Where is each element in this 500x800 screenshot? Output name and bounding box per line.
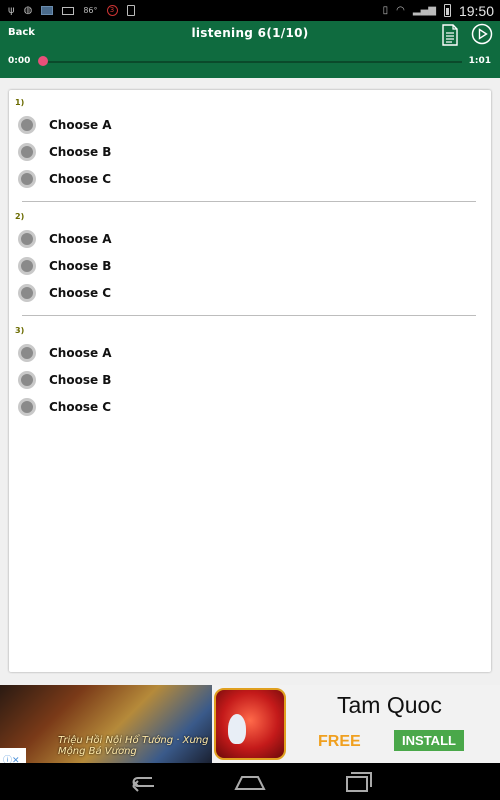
nav-back-icon[interactable] bbox=[124, 769, 164, 795]
clock-time: 19:50 bbox=[458, 2, 494, 19]
radio-button[interactable] bbox=[18, 344, 36, 362]
option-label: Choose B bbox=[49, 145, 112, 159]
option-label: Choose A bbox=[49, 232, 112, 246]
radio-button[interactable] bbox=[18, 116, 36, 134]
option-b[interactable]: Choose B bbox=[18, 140, 111, 164]
option-label: Choose C bbox=[49, 286, 112, 300]
radio-button[interactable] bbox=[18, 284, 36, 302]
divider bbox=[22, 201, 476, 202]
document-icon[interactable] bbox=[440, 24, 460, 46]
signal-icon: ▂▄▆ bbox=[412, 4, 436, 16]
option-c[interactable]: Choose C bbox=[18, 281, 111, 305]
notification-count-badge: 3 bbox=[106, 5, 118, 16]
nav-recents-icon[interactable] bbox=[337, 769, 377, 795]
question-number: 2) bbox=[15, 212, 25, 221]
option-label: Choose C bbox=[49, 172, 112, 186]
app-notification-icon bbox=[41, 6, 54, 15]
radio-button[interactable] bbox=[18, 257, 36, 275]
radio-button[interactable] bbox=[18, 398, 36, 416]
ad-title: Tam Quoc bbox=[337, 692, 442, 718]
mail-icon bbox=[62, 6, 75, 15]
radio-button[interactable] bbox=[18, 170, 36, 188]
ad-artwork-caption: Triệu Hồi Nội Hổ Tướng · Xưng Mộng Bá Vư… bbox=[58, 735, 209, 757]
ad-game-artwork[interactable]: Triệu Hồi Nội Hổ Tướng · Xưng Mộng Bá Vư… bbox=[0, 685, 212, 763]
option-b[interactable]: Choose B bbox=[18, 254, 111, 278]
ad-install-button[interactable]: INSTALL bbox=[394, 730, 464, 751]
seek-bar[interactable] bbox=[42, 61, 462, 63]
option-label: Choose B bbox=[49, 373, 112, 387]
current-time: 0:00 bbox=[8, 56, 31, 66]
option-a[interactable]: Choose A bbox=[18, 227, 112, 251]
question-number: 3) bbox=[15, 326, 25, 335]
option-b[interactable]: Choose B bbox=[18, 368, 111, 392]
option-label: Choose A bbox=[49, 118, 112, 132]
option-c[interactable]: Choose C bbox=[18, 167, 111, 191]
option-label: Choose B bbox=[49, 259, 112, 273]
nav-home-icon[interactable] bbox=[230, 769, 270, 795]
radio-button[interactable] bbox=[18, 371, 36, 389]
battery-icon bbox=[443, 4, 451, 17]
page-title: listening 6(1/10) bbox=[191, 26, 309, 40]
ad-close-icon[interactable]: ⓘ✕ bbox=[0, 748, 26, 766]
divider bbox=[22, 315, 476, 316]
ad-free-label: FREE bbox=[318, 733, 361, 750]
question-card: 1) Choose A Choose B Choose C 2) Choose … bbox=[9, 90, 491, 672]
radio-button[interactable] bbox=[18, 230, 36, 248]
total-time: 1:01 bbox=[468, 56, 491, 66]
clipboard-icon bbox=[126, 5, 135, 16]
option-label: Choose C bbox=[49, 400, 112, 414]
shield-icon: ◍ bbox=[23, 4, 33, 16]
option-a[interactable]: Choose A bbox=[18, 113, 112, 137]
option-a[interactable]: Choose A bbox=[18, 341, 112, 365]
play-icon[interactable] bbox=[471, 23, 493, 45]
ad-banner[interactable]: Triệu Hồi Nội Hổ Tướng · Xưng Mộng Bá Vư… bbox=[0, 685, 500, 766]
seek-thumb[interactable] bbox=[38, 56, 48, 66]
option-label: Choose A bbox=[49, 346, 112, 360]
radio-button[interactable] bbox=[18, 143, 36, 161]
vibrate-icon: ▯ bbox=[382, 4, 389, 16]
question-number: 1) bbox=[15, 98, 25, 107]
usb-icon: ψ bbox=[8, 4, 15, 16]
option-c[interactable]: Choose C bbox=[18, 395, 111, 419]
navigation-bar bbox=[0, 763, 500, 800]
status-bar: ψ ◍ 86° 3 ▯ ◠ ▂▄▆ 19:50 bbox=[0, 0, 500, 21]
ad-app-icon[interactable] bbox=[214, 688, 286, 760]
wifi-icon: ◠ bbox=[396, 4, 405, 16]
temperature-text: 86° bbox=[83, 6, 98, 15]
app-header: Back listening 6(1/10) 0:00 1:01 bbox=[0, 21, 500, 78]
